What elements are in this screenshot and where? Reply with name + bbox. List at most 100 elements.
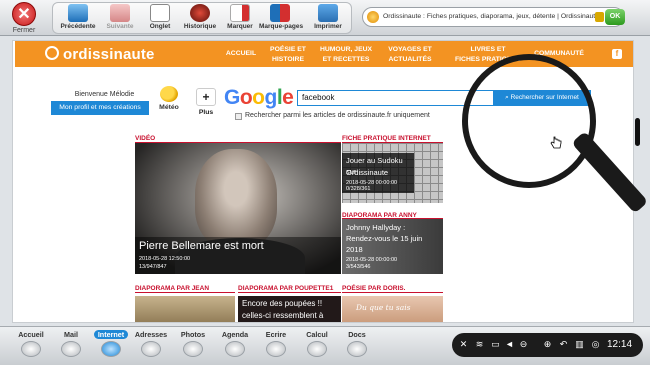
bookmarks-button[interactable]: Marque-pages — [259, 4, 304, 30]
article-stats: 3/543/546 — [346, 264, 371, 270]
site-logo[interactable]: ordissinaute — [63, 46, 155, 63]
section-rule — [342, 292, 443, 293]
trash-icon[interactable]: ▥ — [574, 339, 585, 350]
close-label: Fermer — [12, 27, 36, 34]
write-icon — [266, 341, 286, 357]
logo-icon — [45, 46, 59, 60]
article-title: Ordissinaute — [346, 168, 389, 177]
google-logo: Google — [224, 86, 294, 110]
help-icon[interactable]: ◎ — [590, 339, 601, 350]
dock-docs[interactable]: Docs — [340, 330, 374, 357]
nav-label: POÉSIE ET — [270, 46, 306, 53]
site-only-checkbox[interactable] — [235, 113, 242, 120]
dock-label: Mail — [64, 330, 78, 339]
back-label: Précédente — [60, 23, 96, 30]
dock-internet[interactable]: Internet — [94, 330, 128, 357]
calculator-icon — [307, 341, 327, 357]
nav-voyages[interactable]: VOYAGES ET ACTUALITÉS — [385, 45, 435, 65]
bookmark-button[interactable]: Marquer — [219, 4, 261, 30]
dock-calcul[interactable]: Calcul — [300, 330, 334, 357]
tools-icon[interactable]: ✕ — [458, 339, 469, 350]
dock-label: Agenda — [221, 330, 249, 339]
caption-overlay: Pierre Bellemare est mort 2018-05-28 12:… — [135, 237, 341, 274]
diaporama-article-card[interactable]: Johnny Hallyday : Rendez-vous le 15 juin… — [342, 219, 443, 274]
nav-accueil[interactable]: ACCUEIL — [223, 49, 259, 59]
nav-label: LIVRES ET — [470, 46, 506, 53]
dock-adresses[interactable]: Adresses — [134, 330, 168, 357]
plus-button[interactable]: + — [196, 88, 216, 106]
nav-label: HISTOIRE — [272, 56, 304, 63]
scrollbar[interactable] — [635, 118, 640, 146]
dock-ecrire[interactable]: Ecrire — [259, 330, 293, 357]
dock-photos[interactable]: Photos — [176, 330, 210, 357]
site-only-label: Rechercher parmi les articles de ordissi… — [245, 112, 430, 119]
zoom-in-icon[interactable]: ⊕ — [542, 339, 553, 350]
print-label: Imprimer — [314, 23, 342, 30]
zoom-out-icon[interactable]: ⊖ — [518, 339, 529, 350]
forward-label: Suivante — [106, 23, 134, 30]
google-letter: o — [252, 86, 265, 109]
nav-humour[interactable]: HUMOUR, JEUX ET RECETTES — [315, 45, 377, 65]
magnifier-lens[interactable] — [462, 54, 596, 188]
site-favicon-icon — [367, 11, 379, 23]
clock: 12:14 — [607, 339, 633, 350]
google-letter: e — [282, 86, 294, 109]
mute-icon[interactable]: ◄ — [504, 339, 515, 350]
fiche-article-card[interactable]: Jouer au Sudoku sur Ordissinaute 2018-05… — [342, 143, 443, 203]
dock-label: Adresses — [134, 330, 168, 339]
article-date: 2018-05-28 12:50:00 — [139, 256, 191, 262]
bookmark-icon — [230, 4, 250, 22]
section-label-diaporama-jean: DIAPORAMA PAR JEAN — [135, 285, 210, 292]
forward-arrow-icon — [110, 4, 130, 22]
bookmarks-label: Marque-pages — [259, 23, 304, 30]
article-title: Encore des poupées !! — [242, 299, 323, 308]
battery-icon: ▭ — [491, 339, 500, 349]
weather-button[interactable]: Météo — [155, 86, 183, 111]
dock-label: Calcul — [306, 330, 328, 339]
dock-mail[interactable]: Mail — [54, 330, 88, 357]
lock-icon — [595, 12, 604, 22]
home-icon — [21, 341, 41, 357]
dock-label: Internet — [94, 330, 128, 339]
forward-button[interactable]: Suivante — [99, 4, 141, 30]
dock-label: Docs — [348, 330, 366, 339]
wifi-icon[interactable]: ≋ — [474, 339, 485, 350]
web-page: ordissinaute ACCUEIL POÉSIE ET HISTOIRE … — [12, 40, 634, 323]
diaporama-jean-card[interactable] — [135, 296, 235, 322]
article-title: Du que tu sais — [356, 303, 411, 312]
section-label-diaporama-poupette: DIAPORAMA PAR POUPETTE1 — [238, 285, 334, 292]
article-title: celles-ci ressemblent à — [242, 311, 324, 320]
profile-button[interactable]: Mon profil et mes créations — [51, 101, 149, 115]
print-button[interactable]: Imprimer — [307, 4, 349, 30]
dock-accueil[interactable]: Accueil — [14, 330, 48, 357]
facebook-icon[interactable]: f — [612, 49, 622, 59]
printer-icon — [318, 4, 338, 22]
nav-label: ACTUALITÉS — [388, 56, 432, 63]
nav-label: ET RECETTES — [322, 56, 370, 63]
undo-icon[interactable]: ↶ — [558, 339, 569, 350]
close-button[interactable]: ✕ Fermer — [6, 2, 42, 34]
contacts-icon — [141, 341, 161, 357]
section-label-video: VIDÉO — [135, 135, 156, 142]
article-title: Johnny Hallyday : — [346, 223, 406, 232]
history-icon — [190, 4, 210, 22]
dock-agenda[interactable]: Agenda — [218, 330, 252, 357]
tab-button[interactable]: Onglet — [139, 4, 181, 30]
plus-label: Plus — [198, 109, 214, 116]
poesie-doris-card[interactable]: Du que tu sais — [342, 296, 443, 322]
google-letter: g — [264, 86, 278, 109]
portrait-photo — [195, 149, 277, 249]
video-article-card[interactable]: Pierre Bellemare est mort 2018-05-28 12:… — [135, 143, 341, 274]
address-bar[interactable]: Ordissinaute : Fiches pratiques, diapora… — [362, 7, 624, 27]
diaporama-poupette-card[interactable]: Encore des poupées !! celles-ci ressembl… — [238, 296, 341, 322]
section-label-fiche: FICHE PRATIQUE INTERNET — [342, 135, 431, 142]
article-date: 2018-05-28 00:00:00 — [346, 257, 398, 263]
article-stats: 13/947/847 — [139, 264, 167, 270]
back-button[interactable]: Précédente — [57, 4, 99, 30]
nav-label: HUMOUR, JEUX — [319, 46, 373, 53]
history-button[interactable]: Historique — [179, 4, 221, 30]
google-letter: o — [239, 86, 253, 109]
nav-poesie[interactable]: POÉSIE ET HISTOIRE — [267, 45, 309, 65]
go-button[interactable]: OK — [605, 9, 625, 25]
photos-icon — [183, 341, 203, 357]
